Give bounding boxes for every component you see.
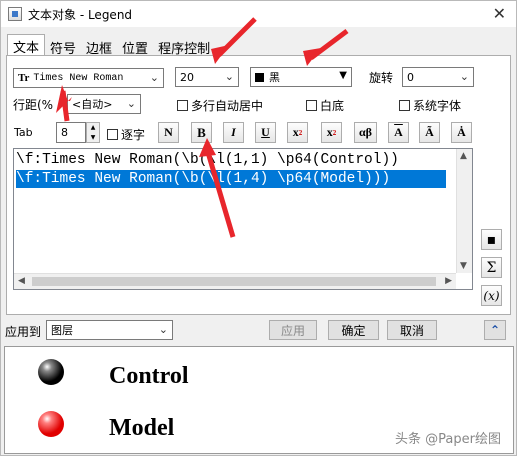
- char-by-char-label: 逐字: [121, 128, 146, 142]
- tab-border[interactable]: 边框: [81, 36, 117, 57]
- checkbox-box: [399, 100, 410, 111]
- greek-button[interactable]: αβ: [354, 122, 377, 143]
- control-label: Control: [109, 363, 189, 389]
- app-icon: [8, 7, 22, 21]
- line-spacing-label: 行距(%: [13, 98, 54, 112]
- tab-text[interactable]: 文本: [7, 34, 46, 56]
- font-select[interactable]: Tr Times New Roman ⌄: [13, 68, 164, 88]
- white-background-checkbox[interactable]: 白底: [306, 97, 344, 114]
- checkbox-box: [177, 100, 188, 111]
- tab-width-label: Tab: [14, 126, 33, 139]
- superscript-button[interactable]: x2: [287, 122, 308, 143]
- tab-symbol[interactable]: 符号: [45, 36, 81, 57]
- checkbox-box: [107, 129, 118, 140]
- control-symbol: [38, 359, 64, 385]
- tab-width-spinner[interactable]: ▲ ▼: [86, 122, 100, 143]
- title-bar: 文本对象 - Legend ✕: [1, 1, 516, 27]
- close-icon[interactable]: ✕: [493, 4, 506, 23]
- insert-symbol-icon: ▪: [486, 231, 497, 248]
- tab-bar: 文本 符号 边框 位置 程序控制: [7, 34, 215, 57]
- rotation-value: 0: [407, 70, 414, 84]
- formula-icon: (x): [483, 288, 500, 303]
- scroll-down-icon[interactable]: ▼: [460, 261, 467, 271]
- rotation-select[interactable]: 0 ⌄: [402, 67, 474, 87]
- watermark: 头条 @Paper绘图: [395, 432, 501, 447]
- vertical-scrollbar[interactable]: ▲ ▼: [456, 149, 472, 273]
- model-label: Model: [109, 415, 175, 441]
- line-spacing-select[interactable]: <自动> ⌄: [67, 94, 141, 114]
- subscript-mark: 2: [332, 128, 337, 137]
- caret-down-icon: ▼: [339, 70, 347, 81]
- color-value: 黑: [269, 71, 280, 84]
- truetype-icon: Tr: [18, 72, 30, 84]
- tab-position[interactable]: 位置: [117, 36, 153, 57]
- apply-to-value: 图层: [51, 324, 73, 337]
- editor-line[interactable]: \f:Times New Roman(\b(\l(1,1) \p64(Contr…: [16, 151, 399, 169]
- overline-button[interactable]: A: [388, 122, 409, 143]
- arrow-to-color-shaft: [309, 29, 349, 60]
- scroll-thumb[interactable]: [32, 277, 436, 286]
- spin-up-icon[interactable]: ▲: [87, 123, 99, 133]
- chevron-down-icon: ⌄: [149, 71, 159, 84]
- font-size-select[interactable]: 20 ⌄: [175, 67, 239, 87]
- scroll-left-icon[interactable]: ◀: [18, 276, 25, 286]
- insert-symbol-button[interactable]: ▪: [481, 229, 502, 250]
- chevron-down-icon: ⌄: [224, 70, 234, 83]
- sigma-button[interactable]: Σ: [481, 257, 502, 278]
- font-size-value: 20: [180, 70, 194, 84]
- white-background-label: 白底: [320, 99, 345, 113]
- system-font-label: 系统字体: [413, 99, 462, 113]
- underline-button[interactable]: U: [255, 122, 276, 143]
- system-font-checkbox[interactable]: 系统字体: [399, 97, 461, 114]
- preview-pane: Control Model 头条 @Paper绘图: [4, 346, 514, 454]
- bold-button[interactable]: B: [191, 122, 212, 143]
- model-symbol: [38, 411, 64, 437]
- rotation-label: 旋转: [369, 71, 394, 85]
- normal-button[interactable]: N: [158, 122, 179, 143]
- color-swatch: [255, 72, 264, 82]
- apply-to-label: 应用到: [5, 325, 42, 339]
- ok-button[interactable]: 确定: [328, 320, 379, 340]
- apply-to-select[interactable]: 图层 ⌄: [46, 320, 173, 340]
- window-title: 文本对象 - Legend: [28, 7, 133, 22]
- scroll-right-icon[interactable]: ▶: [445, 276, 452, 286]
- collapse-button[interactable]: ⌃: [484, 320, 506, 340]
- tilde-button[interactable]: Ã: [419, 122, 440, 143]
- spin-down-icon[interactable]: ▼: [87, 133, 99, 142]
- text-editor[interactable]: \f:Times New Roman(\b(\l(1,1) \p64(Contr…: [13, 148, 473, 290]
- tab-width-value: 8: [61, 126, 68, 139]
- chevron-down-icon: ⌄: [158, 323, 168, 336]
- chevron-down-icon: ⌄: [459, 70, 469, 83]
- collapse-icon: ⌃: [489, 323, 501, 337]
- scroll-up-icon[interactable]: ▲: [460, 151, 467, 161]
- multiline-center-checkbox[interactable]: 多行自动居中: [177, 97, 263, 114]
- italic-button[interactable]: I: [223, 122, 244, 143]
- sigma-icon: Σ: [486, 259, 497, 276]
- apply-button[interactable]: 应用: [269, 320, 317, 340]
- checkbox-box: [306, 100, 317, 111]
- char-by-char-checkbox[interactable]: 逐字: [107, 126, 145, 143]
- tab-programming[interactable]: 程序控制: [153, 36, 215, 57]
- multiline-center-label: 多行自动居中: [191, 99, 264, 113]
- formula-button[interactable]: (x): [481, 285, 502, 306]
- cancel-button[interactable]: 取消: [387, 320, 437, 340]
- editor-line-selected[interactable]: \f:Times New Roman(\b(\l(1,4) \p64(Model…: [16, 170, 446, 188]
- color-select[interactable]: 黑 ▼: [250, 67, 352, 87]
- superscript-mark: 2: [298, 128, 303, 137]
- text-object-dialog: 文本对象 - Legend ✕ 文本 符号 边框 位置 程序控制 Tr Time…: [0, 0, 517, 456]
- dot-accent-button[interactable]: Ȧ: [451, 122, 472, 143]
- subscript-button[interactable]: x2: [321, 122, 342, 143]
- tab-width-input[interactable]: 8: [56, 122, 86, 143]
- horizontal-scrollbar[interactable]: ◀ ▶: [14, 273, 456, 289]
- font-value: Times New Roman: [33, 72, 124, 84]
- chevron-down-icon: ⌄: [126, 97, 136, 110]
- line-spacing-value: <自动>: [72, 98, 113, 111]
